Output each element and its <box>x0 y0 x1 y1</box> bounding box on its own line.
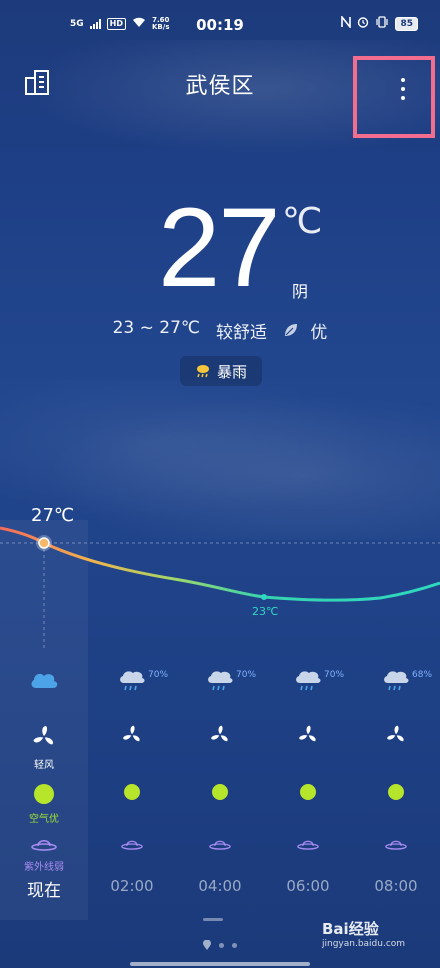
page-dot <box>232 942 237 948</box>
aqi-label: 空气优 <box>29 814 59 825</box>
precipitation-chance: 70% <box>324 670 345 680</box>
hourly-aqi-cell <box>88 784 176 804</box>
wind-fan-icon <box>33 726 53 745</box>
watermark-brand: Bai经验 <box>322 920 379 938</box>
hourly-weather-cell <box>0 668 88 696</box>
more-vertical-icon <box>401 78 405 100</box>
aqi-dot-icon <box>388 784 404 800</box>
hourly-weather-cell: 70% <box>88 668 176 698</box>
uv-hat-icon <box>385 840 407 850</box>
hourly-wind-cell: 轻风 <box>0 724 88 771</box>
rain-icon <box>384 671 409 691</box>
hourly-weather-cell: 70% <box>264 668 352 698</box>
hourly-uv-row: 紫外线弱 <box>0 836 440 876</box>
hourly-time-label: 02:00 <box>110 877 154 895</box>
hourly-wind-cell <box>88 724 176 750</box>
hourly-wind-cell <box>176 724 264 750</box>
hourly-wind-cell <box>352 724 440 750</box>
hourly-weather-cell: 70% <box>176 668 264 698</box>
uv-hat-icon <box>209 840 231 850</box>
rainstorm-icon <box>196 365 209 378</box>
air-quality-label: 优 <box>310 323 328 343</box>
wind-level-label: 轻风 <box>34 760 54 771</box>
min-temp-dot <box>261 594 267 600</box>
hourly-aqi-cell <box>176 784 264 804</box>
hourly-uv-cell <box>352 836 440 855</box>
panel-drag-handle[interactable] <box>203 918 223 921</box>
uv-hat-icon <box>31 839 57 851</box>
comfort-level: 较舒适 <box>216 323 267 343</box>
vibrate-icon <box>375 16 389 31</box>
aqi-dot-icon <box>300 784 316 800</box>
rain-icon <box>208 671 233 691</box>
weather-condition: 阴 <box>292 282 309 301</box>
precipitation-chance: 70% <box>236 670 257 680</box>
wind-fan-icon <box>211 725 228 742</box>
hourly-time-row: 现在 02:00 04:00 06:00 08:00 <box>0 876 440 916</box>
battery-indicator: 85 <box>395 16 418 31</box>
current-temperature: 27 <box>158 185 281 310</box>
weather-summary: 23 ~ 27℃ 较舒适 优 <box>0 318 440 343</box>
hourly-time-label: 04:00 <box>198 877 242 895</box>
baidu-watermark: Bai经验 jingyan.baidu.com <box>322 918 434 950</box>
air-quality[interactable]: 优 <box>283 318 327 343</box>
hourly-aqi-cell: 空气优 <box>0 784 88 825</box>
hourly-uv-cell <box>176 836 264 855</box>
rain-icon <box>296 671 321 691</box>
weather-alert-badge[interactable]: 暴雨 <box>180 356 262 386</box>
hourly-aqi-row: 空气优 <box>0 784 440 825</box>
wind-fan-icon <box>123 725 140 742</box>
now-temp-dot <box>38 537 50 549</box>
alarm-icon <box>357 16 369 31</box>
status-bar: 5G HD 7.60 KB/s 00:19 85 <box>0 0 440 48</box>
nfc-icon <box>341 14 352 31</box>
status-right: 85 <box>341 14 418 31</box>
leaf-icon <box>285 324 297 336</box>
hourly-time-label: 08:00 <box>374 877 418 895</box>
hourly-uv-cell <box>88 836 176 855</box>
hourly-uv-cell <box>264 836 352 855</box>
hourly-weather-cell: 68% <box>352 668 440 698</box>
hourly-time-label: 06:00 <box>286 877 330 895</box>
uv-hat-icon <box>297 840 319 850</box>
precipitation-chance: 68% <box>412 670 433 680</box>
home-indicator[interactable] <box>130 962 310 966</box>
cloudy-icon <box>31 673 58 688</box>
aqi-dot-icon <box>212 784 228 800</box>
alert-label: 暴雨 <box>216 362 247 381</box>
uv-hat-icon <box>121 840 143 850</box>
temperature-unit: ℃ <box>282 200 323 241</box>
hourly-aqi-cell <box>352 784 440 804</box>
aqi-dot-icon <box>124 784 140 800</box>
aqi-dot-icon <box>34 784 54 804</box>
page-dot <box>219 942 224 948</box>
temperature-range: 23 ~ 27℃ <box>112 318 200 338</box>
now-temp-label: 27℃ <box>31 505 75 526</box>
hourly-wind-cell <box>264 724 352 750</box>
hourly-weather-row: 70% 70% 70% 68% <box>0 668 440 708</box>
uv-label: 紫外线弱 <box>24 862 64 873</box>
hourly-uv-cell: 紫外线弱 <box>0 836 88 873</box>
location-pin-icon <box>203 940 211 950</box>
rain-icon <box>120 671 145 691</box>
precipitation-chance: 70% <box>148 670 169 680</box>
temperature-curve <box>0 526 440 602</box>
watermark-url: jingyan.baidu.com <box>322 939 406 949</box>
wind-fan-icon <box>387 725 404 742</box>
hourly-wind-row: 轻风 <box>0 724 440 771</box>
wind-fan-icon <box>299 725 316 742</box>
hourly-aqi-cell <box>264 784 352 804</box>
hourly-time-label: 现在 <box>27 881 61 901</box>
more-options-button[interactable] <box>353 56 435 138</box>
min-temp-label: 23℃ <box>252 605 279 618</box>
